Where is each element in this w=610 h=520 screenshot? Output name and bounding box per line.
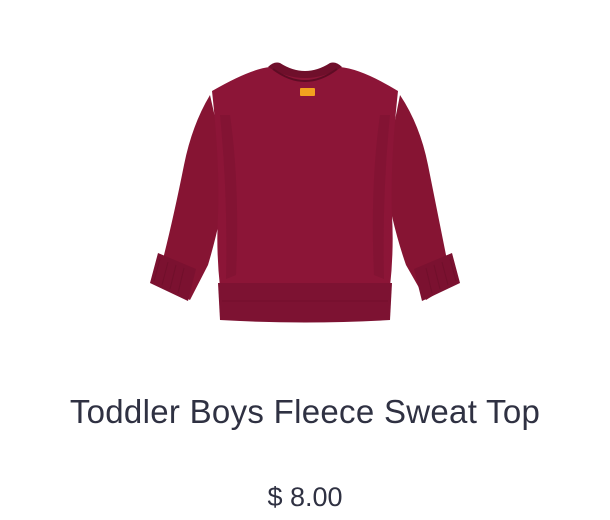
product-title[interactable]: Toddler Boys Fleece Sweat Top xyxy=(0,392,610,432)
torso xyxy=(212,67,398,287)
product-price: $ 8.00 xyxy=(267,482,343,512)
brand-tag xyxy=(300,88,315,96)
product-image[interactable] xyxy=(140,55,470,335)
waist-band xyxy=(218,283,392,323)
sweatshirt-illustration xyxy=(150,62,460,323)
product-card[interactable]: Toddler Boys Fleece Sweat Top $ 8.00 xyxy=(0,0,610,520)
